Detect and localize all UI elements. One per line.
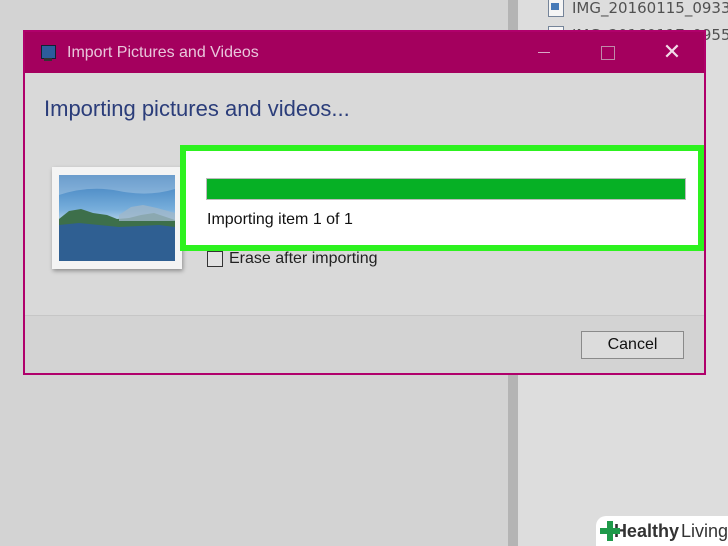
photo-thumbnail xyxy=(52,167,182,269)
plus-icon xyxy=(600,521,620,541)
healthy-living-logo: Healthy Living xyxy=(596,516,728,546)
erase-after-importing[interactable]: Erase after importing xyxy=(207,250,378,268)
progress-highlight: Importing item 1 of 1 xyxy=(180,145,704,251)
close-button[interactable]: ✕ xyxy=(640,32,704,73)
logo-text-living: Living xyxy=(680,520,728,541)
landscape-photo xyxy=(59,175,175,261)
import-app-icon xyxy=(39,44,57,62)
close-icon: ✕ xyxy=(662,40,682,65)
erase-checkbox[interactable] xyxy=(207,251,223,267)
cancel-button[interactable]: Cancel xyxy=(581,331,684,359)
minimize-button[interactable] xyxy=(512,32,576,73)
dialog-footer: Cancel xyxy=(25,315,704,373)
progress-bar xyxy=(206,178,686,200)
dialog-heading: Importing pictures and videos... xyxy=(44,96,350,121)
erase-label: Erase after importing xyxy=(229,250,378,267)
maximize-icon xyxy=(601,45,615,60)
minimize-icon xyxy=(538,52,550,53)
progress-status: Importing item 1 of 1 xyxy=(207,211,353,228)
dialog-title: Import Pictures and Videos xyxy=(67,43,259,61)
maximize-button[interactable] xyxy=(576,32,640,73)
logo-text-healthy: Healthy xyxy=(613,520,679,541)
title-bar[interactable]: Import Pictures and Videos ✕ xyxy=(25,32,704,73)
progress-fill xyxy=(207,179,685,199)
